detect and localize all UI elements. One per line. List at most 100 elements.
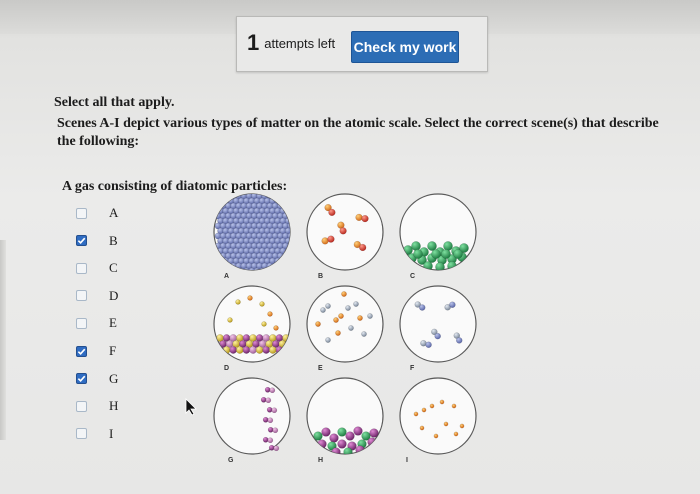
option-i[interactable]: I (76, 425, 113, 443)
liquid-atom (321, 427, 331, 437)
gas-atom (433, 433, 439, 439)
lattice-atom (217, 267, 224, 270)
lattice-atom (290, 268, 296, 274)
scene-label: A (224, 273, 229, 280)
diatomic-molecule (264, 386, 271, 393)
diatomic-molecule (268, 444, 275, 451)
gas-atom (367, 313, 373, 319)
checkmark-icon (77, 348, 86, 355)
lattice-atom (282, 202, 289, 210)
option-h[interactable]: H (76, 397, 118, 415)
option-d[interactable]: D (76, 287, 118, 305)
gas-atom (413, 411, 419, 417)
lattice-atom (274, 267, 282, 270)
gas-atom (320, 307, 326, 313)
scene-circle-f (399, 285, 477, 363)
option-checkbox[interactable] (76, 262, 87, 274)
lattice-atom (225, 194, 232, 200)
diatomic-molecule (449, 301, 456, 308)
gas-atom (325, 337, 331, 343)
lattice-atom (287, 262, 290, 270)
diatomic-molecule (266, 406, 273, 413)
option-checkbox[interactable] (76, 373, 87, 385)
lattice-atom (282, 262, 289, 270)
option-b[interactable]: B (76, 232, 118, 250)
option-checkbox[interactable] (76, 317, 87, 329)
lattice-atom (279, 197, 287, 205)
gas-atom (261, 321, 267, 327)
diatomic-molecule (456, 337, 463, 344)
lattice-atom (264, 267, 271, 270)
lattice-atom (296, 238, 302, 244)
lattice-atom (279, 267, 287, 270)
lattice-atom (293, 203, 299, 209)
liquid-atom (367, 437, 377, 447)
scene-label: D (224, 365, 229, 372)
diatomic-molecule (359, 243, 367, 252)
scene-label: B (318, 273, 323, 280)
lattice-atom (269, 267, 276, 270)
lattice-atom (248, 267, 256, 270)
lattice-atom (271, 194, 279, 200)
option-label: D (109, 287, 119, 303)
lattice-atom (219, 262, 227, 270)
option-label: H (109, 398, 119, 414)
gas-atom (273, 325, 279, 331)
option-checkbox[interactable] (76, 345, 87, 357)
attempts-text: attempts left (264, 35, 336, 51)
option-checkbox[interactable] (76, 428, 87, 440)
option-checkbox[interactable] (76, 235, 87, 247)
lattice-atom (290, 208, 296, 214)
lattice-atom (287, 202, 290, 210)
gas-atom (235, 299, 241, 305)
diatomic-molecule (355, 213, 363, 221)
gas-atom (259, 301, 265, 307)
lattice-atom (274, 257, 282, 265)
lattice-atom (214, 194, 222, 200)
lattice-atom (284, 207, 290, 215)
lattice-atom (290, 198, 296, 204)
option-label: G (109, 370, 119, 386)
mixture-atom (285, 340, 290, 348)
lattice-atom (214, 202, 222, 210)
gas-atom (348, 325, 354, 331)
check-my-work-button[interactable]: Check my work (351, 31, 459, 63)
lattice-atom (296, 198, 302, 204)
liquid-atom (331, 447, 341, 454)
liquid-atom (411, 241, 421, 251)
gas-atom (357, 315, 363, 321)
gas-atom (421, 407, 427, 413)
option-label: F (109, 343, 117, 358)
option-checkbox[interactable] (76, 290, 87, 302)
mixture-atom (229, 346, 238, 354)
option-checkbox[interactable] (76, 207, 87, 219)
diatomic-molecule (361, 215, 369, 223)
lattice-atom (290, 248, 296, 254)
option-g[interactable]: G (76, 370, 118, 388)
lattice-atom (284, 247, 290, 255)
option-a[interactable]: A (76, 204, 118, 222)
gas-atom (353, 301, 359, 307)
lattice-atom (293, 253, 299, 259)
option-c[interactable]: C (76, 259, 118, 277)
lattice-atom (296, 228, 302, 234)
diatomic-molecule (339, 227, 347, 235)
attempts-counter: 1 attempts left (247, 29, 335, 57)
diatomic-molecule (260, 396, 267, 403)
gas-atom (267, 311, 273, 317)
option-checkbox[interactable] (76, 400, 87, 412)
diatomic-molecule (265, 397, 272, 404)
liquid-atom (345, 431, 355, 441)
gas-atom (338, 313, 344, 319)
gas-atom (341, 291, 347, 297)
liquid-atom (443, 241, 453, 251)
option-e[interactable]: E (76, 314, 117, 332)
scenes-figure: A B C D E F G H I (213, 193, 477, 464)
liquid-atom (313, 431, 323, 441)
lattice-atom (296, 218, 302, 224)
option-f[interactable]: F (76, 342, 116, 360)
diatomic-molecule (267, 417, 274, 424)
mixture-atom (269, 346, 277, 354)
lattice-atom (290, 238, 296, 244)
lattice-atom (293, 263, 299, 269)
